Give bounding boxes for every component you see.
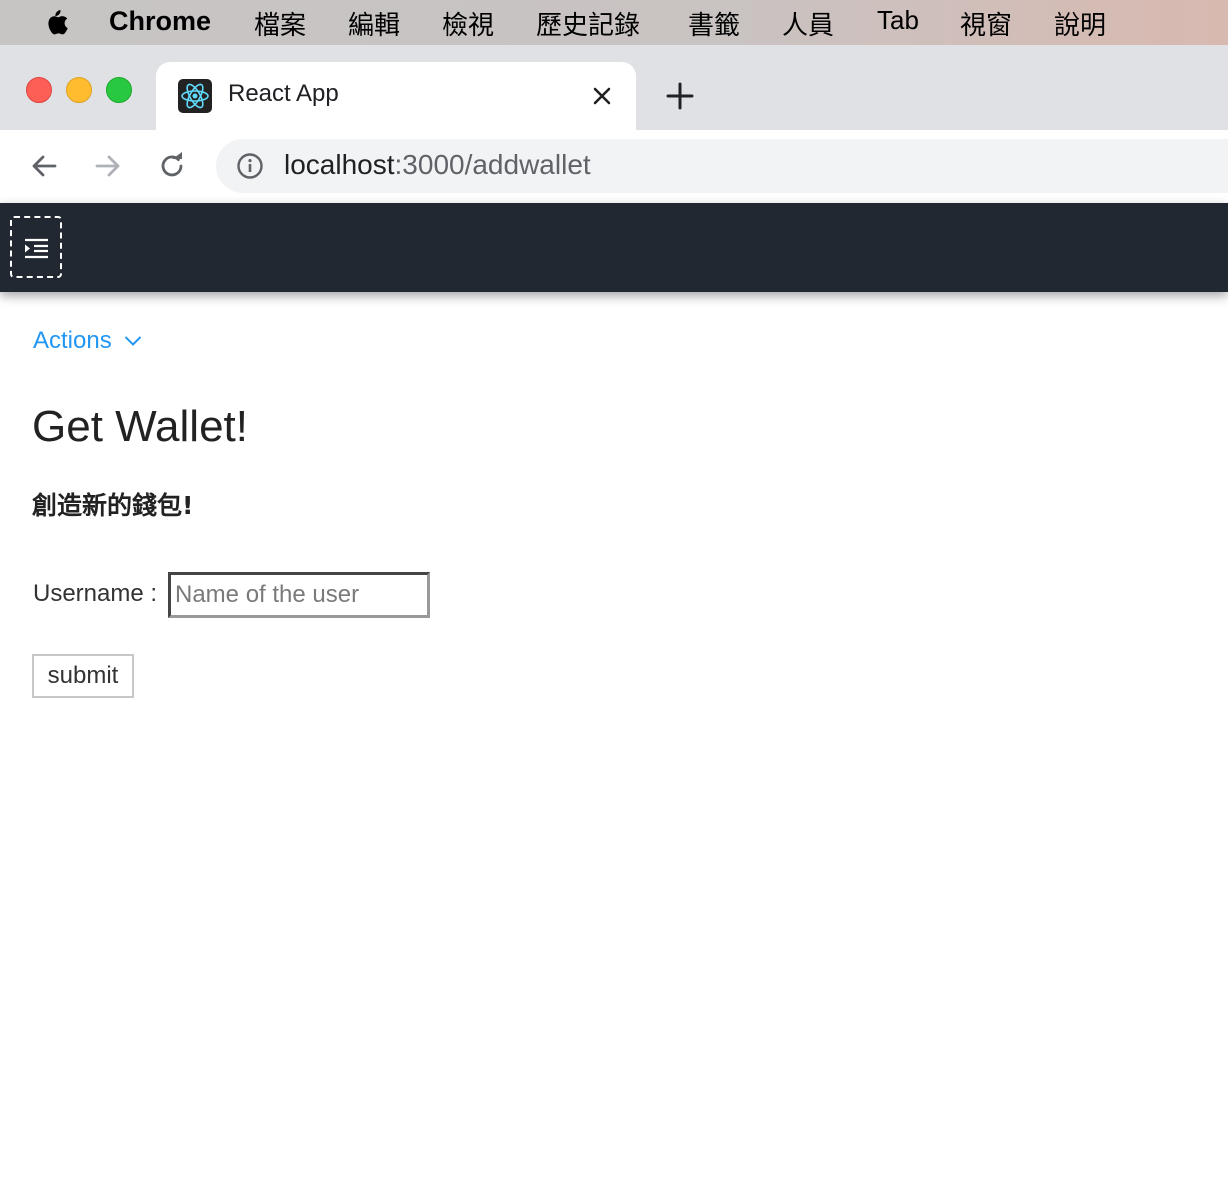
window-close-button[interactable] xyxy=(26,77,52,103)
menu-item-tab[interactable]: Tab xyxy=(877,5,919,36)
menu-indent-icon xyxy=(25,238,48,259)
menu-item-people[interactable]: 人員 xyxy=(782,5,834,42)
info-icon[interactable] xyxy=(236,152,264,180)
menu-item-window[interactable]: 視窗 xyxy=(960,5,1012,42)
browser-tab[interactable]: React App xyxy=(156,62,636,130)
menu-item-file[interactable]: 檔案 xyxy=(254,5,306,42)
url-path: :3000/addwallet xyxy=(394,149,591,180)
window-zoom-button[interactable] xyxy=(106,77,132,103)
menu-item-history[interactable]: 歷史記錄 xyxy=(536,5,640,42)
username-input[interactable] xyxy=(168,572,430,618)
chevron-down-icon xyxy=(124,336,141,346)
menu-item-view[interactable]: 檢視 xyxy=(442,5,494,42)
menu-item-help[interactable]: 說明 xyxy=(1054,5,1106,42)
sidebar-toggle-button[interactable] xyxy=(10,216,62,278)
back-arrow-icon[interactable] xyxy=(28,150,60,182)
menu-item-edit[interactable]: 編輯 xyxy=(348,5,400,42)
new-tab-plus-icon[interactable] xyxy=(662,78,698,114)
window-minimize-button[interactable] xyxy=(66,77,92,103)
macos-menu-bar: Chrome 檔案 編輯 檢視 歷史記錄 書籤 人員 Tab 視窗 說明 xyxy=(0,0,1228,45)
url-host: localhost xyxy=(284,149,395,180)
close-icon[interactable] xyxy=(590,84,614,108)
actions-dropdown[interactable]: Actions xyxy=(33,327,142,355)
menu-item-bookmarks[interactable]: 書籤 xyxy=(688,5,740,42)
actions-label: Actions xyxy=(33,327,112,354)
submit-button[interactable]: submit xyxy=(32,654,134,698)
menu-app-name[interactable]: Chrome xyxy=(109,6,211,37)
apple-icon[interactable] xyxy=(40,6,70,38)
react-logo-icon xyxy=(178,79,212,113)
forward-arrow-icon[interactable] xyxy=(92,150,124,182)
address-bar[interactable]: localhost:3000/addwallet xyxy=(216,139,1228,193)
app-header-bar xyxy=(0,203,1228,292)
reload-icon[interactable] xyxy=(156,150,188,182)
tab-title: React App xyxy=(228,80,339,107)
page-title: Get Wallet! xyxy=(32,402,248,451)
url-text: localhost:3000/addwallet xyxy=(284,149,591,181)
username-label: Username : xyxy=(33,580,158,607)
page-subtitle: 創造新的錢包! xyxy=(32,491,194,520)
